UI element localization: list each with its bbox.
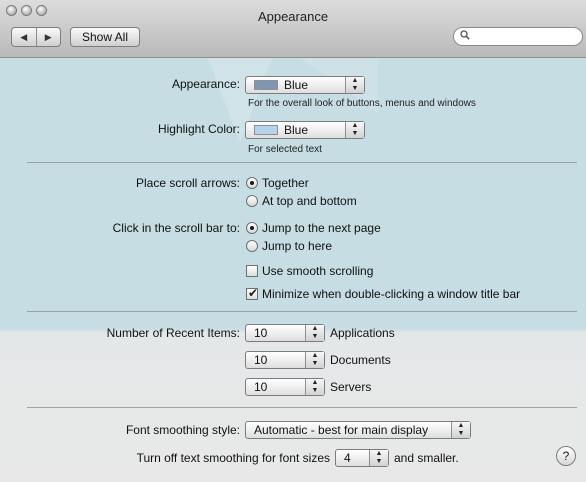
font-smoothing-label: Font smoothing style: [125,423,240,437]
recent-documents-value: 10 [254,353,268,367]
recent-documents-label: Documents [330,353,391,367]
back-button[interactable]: ◀ [12,28,36,46]
text-smoothing-label: Turn off text smoothing for font sizes [136,451,330,465]
divider [27,311,577,312]
recent-servers-label: Servers [330,380,372,394]
recent-applications-value: 10 [254,326,268,340]
font-smoothing-value: Automatic - best for main display [254,423,429,437]
minimize-double-click-label[interactable]: Minimize when double-clicking a window t… [262,287,520,301]
title-bar: Appearance ◀ ▶ Show All [0,0,586,58]
system-preferences-window: Appearance ◀ ▶ Show All Appearance: Blue… [0,0,586,482]
highlight-color-value: Blue [284,123,309,137]
preferences-pane: Appearance: Blue ▲ ▼ For the overall look… [0,58,586,482]
radio-jump-here-label[interactable]: Jump to here [262,239,332,253]
popup-arrows-icon: ▲ ▼ [305,325,324,341]
radio-jump-next-page[interactable] [246,222,258,234]
divider [27,407,577,408]
font-smoothing-popup[interactable]: Automatic - best for main display ▲ ▼ [245,421,471,439]
text-smoothing-suffix: and smaller. [394,451,459,465]
popup-arrows-icon: ▲ ▼ [451,422,470,438]
show-all-button[interactable]: Show All [70,27,140,47]
scroll-arrows-label: Place scroll arrows: [135,176,240,190]
recent-items-label: Number of Recent Items: [106,326,240,340]
appearance-value: Blue [284,78,309,92]
radio-jump-here[interactable] [246,240,258,252]
highlight-color-popup[interactable]: Blue ▲ ▼ [245,121,365,139]
help-icon: ? [562,449,570,463]
recent-applications-label: Applications [330,326,395,340]
text-smoothing-size-value: 4 [344,451,351,465]
back-forward-control: ◀ ▶ [11,27,61,47]
radio-jump-next-page-label[interactable]: Jump to the next page [262,221,381,235]
radio-together[interactable] [246,177,258,189]
recent-servers-value: 10 [254,380,268,394]
search-field[interactable] [453,27,583,46]
scroll-bar-click-label: Click in the scroll bar to: [112,221,240,235]
highlight-color-label: Highlight Color: [157,122,240,136]
popup-arrows-icon: ▲ ▼ [305,352,324,368]
smooth-scrolling-checkbox[interactable] [246,265,258,277]
search-input[interactable] [474,29,578,45]
appearance-hint: For the overall look of buttons, menus a… [248,98,476,109]
highlight-swatch [254,125,278,135]
forward-button[interactable]: ▶ [35,28,61,46]
highlight-color-hint: For selected text [248,144,322,155]
popup-arrows-icon: ▲ ▼ [305,379,324,395]
recent-documents-popup[interactable]: 10 ▲ ▼ [245,351,325,369]
radio-top-and-bottom[interactable] [246,195,258,207]
recent-applications-popup[interactable]: 10 ▲ ▼ [245,324,325,342]
window-title: Appearance [257,9,329,24]
help-button[interactable]: ? [556,446,576,466]
popup-arrows-icon: ▲ ▼ [345,122,364,138]
minimize-double-click-checkbox[interactable] [246,286,258,300]
popup-arrows-icon: ▲ ▼ [369,450,388,466]
recent-servers-popup[interactable]: 10 ▲ ▼ [245,378,325,396]
search-icon [460,30,470,43]
popup-arrows-icon: ▲ ▼ [345,77,364,93]
text-smoothing-size-popup[interactable]: 4 ▲ ▼ [335,449,389,467]
divider [27,162,577,163]
radio-top-and-bottom-label[interactable]: At top and bottom [262,194,357,208]
appearance-popup[interactable]: Blue ▲ ▼ [245,76,365,94]
smooth-scrolling-label[interactable]: Use smooth scrolling [262,264,373,278]
appearance-swatch [254,80,278,90]
radio-together-label[interactable]: Together [262,176,309,190]
appearance-label: Appearance: [171,77,240,91]
